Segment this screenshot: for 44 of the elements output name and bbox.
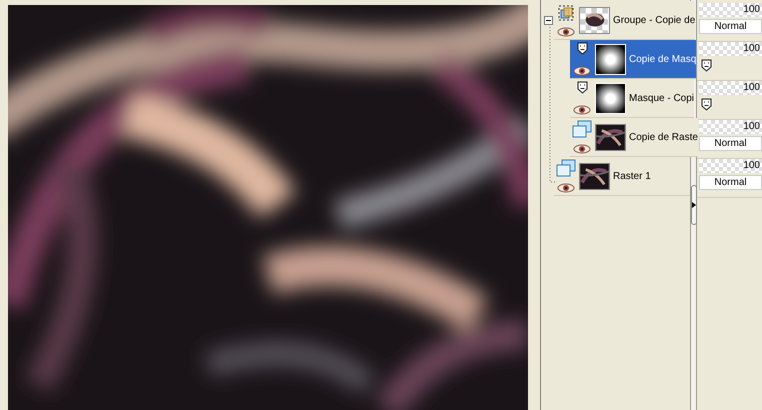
- eye-icon[interactable]: [573, 105, 591, 115]
- raster-layer-icon: [572, 120, 592, 138]
- layer-thumbnail: [595, 124, 626, 150]
- mask-thumbnail: [595, 82, 626, 114]
- layer-thumbnail: [579, 6, 610, 34]
- opacity-value: 100: [743, 3, 760, 17]
- collapse-toggle[interactable]: [544, 16, 553, 25]
- layer-row[interactable]: Copie de Masq: [570, 40, 696, 79]
- mask-icon: [576, 42, 588, 55]
- eye-icon[interactable]: [557, 27, 575, 37]
- blend-mode-dropdown[interactable]: Normal: [699, 175, 762, 190]
- group-layer-icon: [556, 3, 576, 23]
- opacity-value: 100: [743, 81, 760, 95]
- eye-icon[interactable]: [557, 183, 575, 193]
- layer-name: Raster 1: [613, 170, 651, 184]
- blend-mode-dropdown[interactable]: Normal: [699, 19, 762, 34]
- eye-icon[interactable]: [573, 144, 591, 154]
- layer-row[interactable]: Raster 1: [554, 157, 690, 196]
- layer-name: Copie de Masq: [629, 52, 696, 66]
- mask-icon: [576, 81, 588, 94]
- opacity-slider[interactable]: 100: [699, 3, 762, 17]
- opacity-value: 100: [743, 159, 760, 173]
- layer-thumbnail: [579, 162, 610, 190]
- layer-row[interactable]: Masque - Copi: [570, 79, 694, 118]
- mask-icon: [701, 98, 712, 111]
- panel-splitter-handle[interactable]: [691, 185, 697, 225]
- raster-layer-icon: [556, 159, 576, 177]
- right-arrow-icon: [692, 202, 696, 208]
- eye-icon[interactable]: [573, 66, 591, 76]
- opacity-slider[interactable]: 100: [699, 81, 762, 95]
- mask-icon: [701, 59, 712, 72]
- minus-icon: [546, 18, 551, 23]
- mask-thumbnail: [595, 44, 626, 74]
- opacity-slider[interactable]: 100: [699, 120, 762, 134]
- layer-name: Groupe - Copie de: [613, 14, 696, 28]
- opacity-value: 100: [743, 120, 760, 134]
- opacity-value: 100: [743, 42, 760, 56]
- blend-mode-dropdown[interactable]: Normal: [699, 136, 762, 151]
- layer-name: Masque - Copi: [629, 92, 694, 106]
- opacity-slider[interactable]: 100: [699, 42, 762, 56]
- layer-row[interactable]: Groupe - Copie de: [554, 1, 696, 40]
- opacity-slider[interactable]: 100: [699, 159, 762, 173]
- layer-name: Copie de Raste: [629, 130, 698, 144]
- layer-row[interactable]: Copie de Raste: [570, 118, 698, 157]
